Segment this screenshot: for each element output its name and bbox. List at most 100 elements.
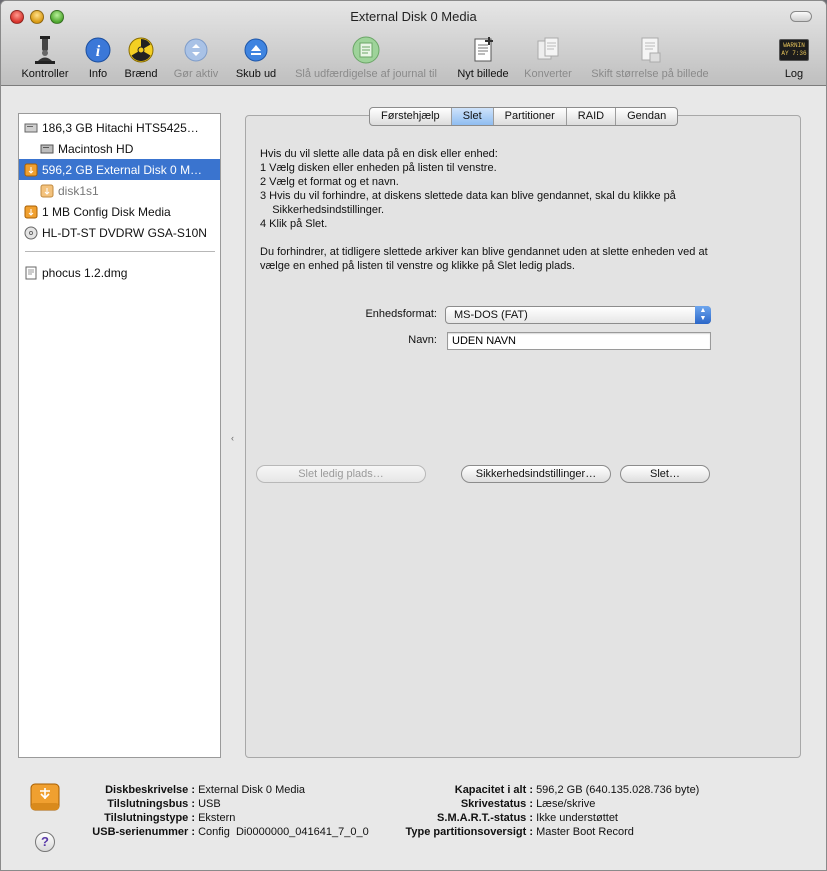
info-value: Ikke understøttet bbox=[536, 812, 618, 824]
sidebar-item-macintosh-hd[interactable]: Macintosh HD bbox=[19, 138, 220, 159]
convert-icon bbox=[533, 35, 563, 65]
toolbar-label: Skift størrelse på billede bbox=[591, 68, 709, 80]
disk-info-left: Diskbeskrivelse : External Disk 0 Media … bbox=[61, 783, 369, 839]
info-key: S.M.A.R.T.-status : bbox=[437, 812, 533, 824]
info-key: Tilslutningstype : bbox=[104, 812, 195, 824]
instruction-line: 3 Hvis du vil forhindre, at diskens slet… bbox=[260, 190, 676, 202]
toolbar-toggle-button[interactable] bbox=[790, 11, 812, 22]
security-options-button[interactable]: Sikkerhedsindstillinger… bbox=[461, 465, 611, 483]
sidebar-separator bbox=[25, 251, 215, 252]
name-label: Navn: bbox=[408, 334, 437, 346]
sidebar-item-config-disk[interactable]: 1 MB Config Disk Media bbox=[19, 201, 220, 222]
info-key: USB-serienummer : bbox=[92, 826, 195, 838]
volume-icon bbox=[40, 144, 54, 153]
name-input[interactable] bbox=[447, 332, 711, 350]
instruction-line: 2 Vælg et format og et navn. bbox=[260, 176, 399, 188]
sidebar-item-label: HL-DT-ST DVDRW GSA-S10N bbox=[42, 225, 207, 240]
toolbar-label: Log bbox=[784, 68, 804, 80]
sidebar-item-label: 596,2 GB External Disk 0 M… bbox=[42, 162, 203, 177]
info-value: Config Di0000000_041641_7_0_0 bbox=[198, 826, 369, 838]
disk-utility-window: External Disk 0 Media Kontroller i Info … bbox=[0, 0, 827, 871]
sidebar-item-label: 1 MB Config Disk Media bbox=[42, 204, 171, 219]
svg-text:i: i bbox=[96, 43, 101, 60]
toolbar-label: Kontroller bbox=[21, 68, 69, 80]
help-button[interactable]: ? bbox=[35, 832, 55, 852]
microscope-icon bbox=[30, 35, 60, 65]
toolbar-journal-button[interactable]: Slå udfærdigelse af journal til bbox=[287, 35, 445, 83]
instruction-line: Sikkerhedsindstillinger. bbox=[260, 204, 385, 216]
toolbar-resize-image-button[interactable]: Skift størrelse på billede bbox=[583, 35, 717, 83]
instruction-line: Hvis du vil slette alle data på en disk … bbox=[260, 148, 498, 160]
erase-free-space-button[interactable]: Slet ledig plads… bbox=[256, 465, 426, 483]
info-key: Tilslutningsbus : bbox=[107, 798, 195, 810]
info-key: Type partitionsoversigt : bbox=[405, 826, 533, 838]
toolbar-convert-button[interactable]: Konverter bbox=[519, 35, 577, 83]
external-disk-icon bbox=[24, 205, 38, 218]
hard-disk-icon bbox=[24, 123, 38, 132]
toolbar-kontroller-button[interactable]: Kontroller bbox=[13, 35, 77, 83]
instruction-line: 4 Klik på Slet. bbox=[260, 218, 328, 230]
burn-icon bbox=[126, 35, 156, 65]
format-select[interactable]: MS-DOS (FAT) ▲ ▼ bbox=[445, 306, 711, 324]
toolbar-label: Brænd bbox=[124, 68, 158, 80]
tab-bar: Førstehjælp Slet Partitioner RAID Gendan bbox=[369, 107, 679, 126]
sidebar-item-phocus-dmg[interactable]: phocus 1.2.dmg bbox=[19, 262, 220, 283]
info-value: Læse/skrive bbox=[536, 798, 596, 810]
toolbar-burn-button[interactable]: Brænd bbox=[120, 35, 162, 83]
sidebar-item-hitachi-disk[interactable]: 186,3 GB Hitachi HTS5425… bbox=[19, 117, 220, 138]
info-row: Kapacitet i alt : 596,2 GB (640.135.028.… bbox=[389, 783, 700, 797]
tab-restore[interactable]: Gendan bbox=[616, 108, 677, 125]
tab-erase[interactable]: Slet bbox=[451, 108, 494, 125]
info-key: Skrivestatus : bbox=[460, 798, 533, 810]
resize-image-icon bbox=[635, 35, 665, 65]
toolbar-label: Konverter bbox=[524, 68, 572, 80]
info-row: Tilslutningsbus : USB bbox=[61, 797, 369, 811]
sidebar-item-label: disk1s1 bbox=[58, 183, 99, 198]
toolbar-label: Nyt billede bbox=[457, 68, 509, 80]
disk-info-right: Kapacitet i alt : 596,2 GB (640.135.028.… bbox=[389, 783, 699, 839]
note-line: vælge en enhed på listen til venstre og … bbox=[260, 260, 575, 272]
info-row: Tilslutningstype : Ekstern bbox=[61, 811, 369, 825]
toolbar-info-button[interactable]: i Info bbox=[81, 35, 115, 83]
info-key: Diskbeskrivelse : bbox=[105, 784, 195, 796]
titlebar: External Disk 0 Media Kontroller i Info … bbox=[1, 1, 826, 86]
journal-icon bbox=[351, 35, 381, 65]
new-image-icon bbox=[468, 35, 498, 65]
sidebar-item-disk1s1[interactable]: disk1s1 bbox=[19, 180, 220, 201]
sidebar-item-external-disk[interactable]: 596,2 GB External Disk 0 M… bbox=[19, 159, 220, 180]
toolbar-eject-button[interactable]: Skub ud bbox=[231, 35, 281, 83]
log-icon: WARNIN AY 7:36 bbox=[779, 35, 809, 65]
erase-button[interactable]: Slet… bbox=[620, 465, 710, 483]
info-row: S.M.A.R.T.-status : Ikke understøttet bbox=[389, 811, 699, 825]
disk-list-sidebar[interactable]: 186,3 GB Hitachi HTS5425… Macintosh HD 5… bbox=[18, 113, 221, 758]
toolbar-mount-button[interactable]: Gør aktiv bbox=[169, 35, 223, 83]
dmg-file-icon bbox=[25, 266, 37, 279]
mount-icon bbox=[181, 35, 211, 65]
sidebar-item-label: 186,3 GB Hitachi HTS5425… bbox=[42, 120, 199, 135]
eject-icon bbox=[241, 35, 271, 65]
tab-partition[interactable]: Partitioner bbox=[494, 108, 567, 125]
info-row: USB-serienummer : Config Di0000000_04164… bbox=[61, 825, 369, 839]
external-usb-disk-icon bbox=[30, 783, 60, 811]
toolbar-new-image-button[interactable]: Nyt billede bbox=[453, 35, 513, 83]
toolbar-log-button[interactable]: WARNIN AY 7:36 Log bbox=[777, 35, 811, 83]
select-arrows-icon: ▲ ▼ bbox=[695, 306, 711, 324]
info-value: USB bbox=[198, 798, 221, 810]
sidebar-item-dvd-drive[interactable]: HL-DT-ST DVDRW GSA-S10N bbox=[19, 222, 220, 243]
info-row: Skrivestatus : Læse/skrive bbox=[389, 797, 699, 811]
toolbar-label: Gør aktiv bbox=[173, 68, 219, 80]
toolbar-label: Info bbox=[88, 68, 108, 80]
instruction-line: 1 Vælg disken eller enheden på listen ti… bbox=[260, 162, 497, 174]
erase-instructions: Hvis du vil slette alle data på en disk … bbox=[260, 147, 676, 231]
split-view-handle[interactable]: ‹ bbox=[231, 433, 234, 443]
optical-drive-icon bbox=[24, 226, 38, 239]
info-key: Kapacitet i alt : bbox=[454, 784, 533, 796]
sidebar-item-label: Macintosh HD bbox=[58, 141, 134, 156]
info-value: Ekstern bbox=[198, 812, 236, 824]
toolbar-label: Slå udfærdigelse af journal til bbox=[295, 68, 437, 80]
tab-first-aid[interactable]: Førstehjælp bbox=[370, 108, 452, 125]
log-icon-text-line1: WARNIN bbox=[783, 42, 805, 49]
sidebar-item-label: phocus 1.2.dmg bbox=[42, 265, 128, 280]
external-disk-icon bbox=[24, 163, 38, 176]
tab-raid[interactable]: RAID bbox=[567, 108, 617, 125]
